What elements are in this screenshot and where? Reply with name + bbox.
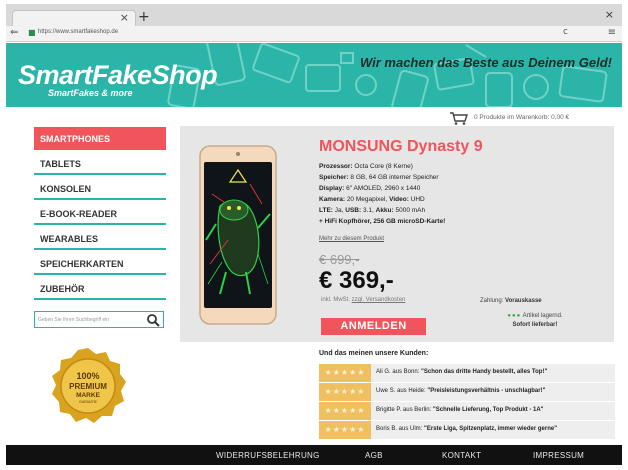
brand-logo[interactable]: SmartFakeShop [18,60,218,91]
product-panel: MONSUNG Dynasty 9 Prozessor: Octa Core (… [180,126,614,342]
search-icon[interactable] [146,313,160,327]
star-rating-icon: ★★★★★ [319,383,371,401]
new-tab-icon[interactable]: + [138,10,150,24]
sidebar-item-wearables[interactable]: WEARABLES [34,227,166,250]
footer-link-agb[interactable]: AGB [365,451,383,460]
search-input[interactable]: Geben Sie Ihren Suchbegriff ein [34,311,164,328]
footer-link-kontakt[interactable]: KONTAKT [442,451,481,460]
badge-line-1: 100% [76,371,99,381]
register-button[interactable]: ANMELDEN [321,318,426,335]
spec-display: Display: 6" AMOLED, 2960 x 1440 [319,185,421,192]
stock-status: ●●● Artikel lagernd. Sofort lieferbar! [507,313,563,328]
reload-icon[interactable]: c [563,27,568,37]
sidebar-item-konsolen[interactable]: KONSOLEN [34,177,166,200]
footer-nav: WIDERRUFSBELEHRUNG AGB KONTAKT IMPRESSUM [6,445,622,465]
review-text: Boris B. aus Ulm: "Erste Liga, Spitzenpl… [376,426,558,432]
browser-window: × + × ⇐ ■ https://www.smartfakeshop.de c… [0,0,628,470]
badge-line-3: MARKE [76,392,100,399]
footer-link-widerruf[interactable]: WIDERRUFSBELEHRUNG [216,451,320,460]
review-row: ★★★★★ Uwe S. aus Heide: "Preisleistungsv… [319,383,615,401]
address-bar: ⇐ ■ https://www.smartfakeshop.de c ≡ [6,26,622,42]
slogan: Wir machen das Beste aus Deinem Geld! [359,55,612,70]
vat-note: inkl. MwSt. zzgl. Versandkosten [321,297,406,303]
old-price: € 699,- [319,252,360,267]
price: € 369,- [319,267,394,294]
header-banner: SmartFakeShop SmartFakes & more Wir mach… [6,43,622,107]
cart-icon[interactable] [449,111,469,125]
payment-info: Zahlung: Vorauskasse [480,298,542,304]
review-row: ★★★★★ Brigitte P. aus Berlin: "Schnelle … [319,402,615,420]
spec-connectivity: LTE: Ja, USB: 3.1, Akku: 5000 mAh [319,207,426,214]
product-title[interactable]: MONSUNG Dynasty 9 [319,138,483,156]
reviews-heading: Und das meinen unsere Kunden: [319,350,429,357]
sidebar-item-smartphones[interactable]: SMARTPHONES [34,127,166,150]
tab-strip: × + × [6,4,622,26]
spec-camera: Kamera: 20 Megapixel, Video: UHD [319,196,425,203]
sidebar-item-zubehoer[interactable]: ZUBEHÖR [34,277,166,300]
spec-processor: Prozessor: Octa Core (8 Kerne) [319,163,413,170]
browser-tab[interactable]: × [12,10,136,26]
star-rating-icon: ★★★★★ [319,364,371,382]
back-arrow-icon[interactable]: ⇐ [10,27,18,38]
review-text: Ali G. aus Bonn: "Schon das dritte Handy… [376,369,548,375]
shipping-link[interactable]: zzgl. Versandkosten [352,297,406,303]
review-text: Brigitte P. aus Berlin: "Schnelle Liefer… [376,407,544,413]
review-row: ★★★★★ Ali G. aus Bonn: "Schon das dritte… [319,364,615,382]
cart-summary[interactable]: 0 Produkte im Warenkorb: 0,00 € [474,114,569,121]
review-text: Uwe S. aus Heide: "Preisleistungsverhält… [376,388,546,394]
close-tab-icon[interactable]: × [120,11,129,24]
star-rating-icon: ★★★★★ [319,421,371,439]
premium-guarantee-badge-icon: 100% PREMIUM MARKE GARANTIE [52,348,126,423]
star-rating-icon: ★★★★★ [319,402,371,420]
url-field[interactable]: https://www.smartfakeshop.de [38,29,118,35]
badge-line-4: GARANTIE [79,400,98,404]
badge-line-2: PREMIUM [69,382,107,391]
brand-tagline: SmartFakes & more [48,88,133,98]
spec-memory: Speicher: 8 GB, 64 GB interner Speicher [319,174,439,181]
product-image[interactable] [198,144,278,326]
sidebar-item-speicherkarten[interactable]: SPEICHERKARTEN [34,252,166,275]
sidebar-item-ebook-reader[interactable]: E-BOOK-READER [34,202,166,225]
window-close-icon[interactable]: × [605,8,614,21]
lock-icon: ■ [28,28,36,37]
more-info-link[interactable]: Mehr zu diesem Produkt [319,236,384,242]
spec-bonus: + HiFi Kopfhörer, 256 GB microSD-Karte! [319,218,446,225]
search-placeholder: Geben Sie Ihren Suchbegriff ein [38,317,110,323]
stock-indicator-icon: ●●● [507,313,522,319]
review-row: ★★★★★ Boris B. aus Ulm: "Erste Liga, Spi… [319,421,615,439]
menu-icon[interactable]: ≡ [608,27,616,38]
sidebar-item-tablets[interactable]: TABLETS [34,152,166,175]
footer-link-impressum[interactable]: IMPRESSUM [533,451,584,460]
